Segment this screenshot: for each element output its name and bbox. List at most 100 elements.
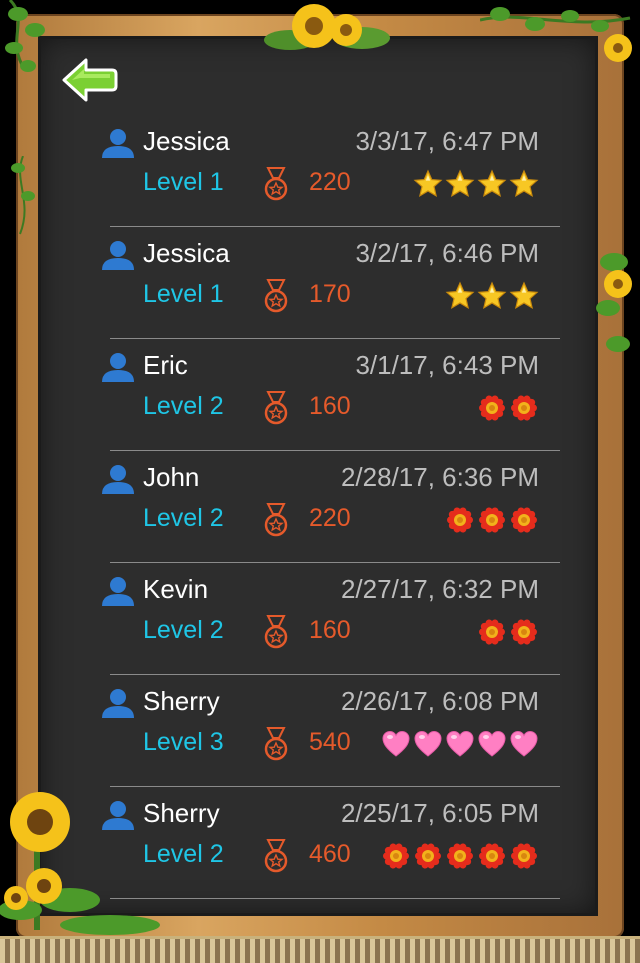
sunflower-decoration-top	[264, 4, 390, 50]
vine-decoration-top-right	[480, 7, 632, 62]
score-value: 220	[309, 504, 351, 532]
score-entry-7[interactable]: Sherry 2/25/17, 6:05 PM Level 2 460	[0, 794, 640, 906]
score-value: 460	[309, 840, 351, 868]
level-label: Level 2	[143, 504, 224, 532]
flower-icon	[511, 507, 537, 533]
heart-icon	[478, 730, 506, 757]
entry-date: 2/25/17, 6:05 PM	[340, 798, 539, 828]
badge-group	[413, 169, 539, 199]
star-icon	[445, 281, 475, 310]
badge-group	[477, 393, 539, 423]
badge-group	[477, 617, 539, 647]
level-label: Level 1	[143, 280, 224, 308]
score-entry-1[interactable]: Jessica 3/3/17, 6:47 PM Level 1 220	[0, 122, 640, 234]
entry-details: Level 1 170	[0, 276, 640, 316]
entry-details: Level 2 160	[0, 388, 640, 428]
divider	[110, 786, 560, 787]
person-icon	[102, 129, 134, 158]
medal-icon	[264, 839, 288, 873]
badge-group	[445, 505, 539, 535]
flower-icon	[415, 843, 441, 869]
divider	[110, 338, 560, 339]
medal-icon	[264, 727, 288, 761]
flower-icon	[479, 619, 505, 645]
flower-icon	[511, 619, 537, 645]
level-label: Level 1	[143, 168, 224, 196]
person-icon	[102, 801, 134, 830]
flower-icon	[383, 843, 409, 869]
badge-group	[445, 281, 539, 311]
player-name: Sherry	[143, 686, 220, 716]
flower-icon	[511, 395, 537, 421]
divider	[110, 226, 560, 227]
entry-date: 2/26/17, 6:08 PM	[340, 686, 539, 716]
heart-icon	[382, 730, 410, 757]
score-entry-3[interactable]: Eric 3/1/17, 6:43 PM Level 2 160	[0, 346, 640, 458]
divider	[110, 674, 560, 675]
entry-date: 3/2/17, 6:46 PM	[355, 238, 539, 268]
score-value: 220	[309, 168, 351, 196]
entry-header: Kevin 2/27/17, 6:32 PM	[0, 570, 640, 610]
back-arrow-icon[interactable]	[60, 56, 118, 104]
picket-fence	[0, 936, 640, 963]
score-entry-2[interactable]: Jessica 3/2/17, 6:46 PM Level 1 170	[0, 234, 640, 346]
level-label: Level 2	[143, 392, 224, 420]
flower-icon	[447, 507, 473, 533]
vine-decoration-left	[5, 0, 45, 72]
divider	[110, 450, 560, 451]
level-label: Level 2	[143, 840, 224, 868]
entry-date: 3/1/17, 6:43 PM	[355, 350, 539, 380]
player-name: Jessica	[143, 238, 230, 268]
heart-icon	[414, 730, 442, 757]
flower-icon	[479, 395, 505, 421]
star-icon	[445, 169, 475, 198]
entry-date: 2/27/17, 6:32 PM	[340, 574, 539, 604]
entry-header: John 2/28/17, 6:36 PM	[0, 458, 640, 498]
player-name: Sherry	[143, 798, 220, 828]
star-icon	[509, 169, 539, 198]
person-icon	[102, 353, 134, 382]
entry-header: Eric 3/1/17, 6:43 PM	[0, 346, 640, 386]
entry-details: Level 2 220	[0, 500, 640, 540]
entry-details: Level 3 540	[0, 724, 640, 764]
badge-group	[381, 841, 539, 871]
entry-header: Jessica 3/3/17, 6:47 PM	[0, 122, 640, 162]
flower-icon	[479, 507, 505, 533]
entry-details: Level 2 460	[0, 836, 640, 876]
player-name: John	[143, 462, 200, 492]
person-icon	[102, 241, 134, 270]
level-label: Level 2	[143, 616, 224, 644]
medal-icon	[264, 279, 288, 313]
score-value: 540	[309, 728, 351, 756]
flower-icon	[511, 843, 537, 869]
badge-group	[381, 729, 539, 759]
entry-details: Level 1 220	[0, 164, 640, 204]
star-icon	[477, 169, 507, 198]
medal-icon	[264, 391, 288, 425]
score-entry-4[interactable]: John 2/28/17, 6:36 PM Level 2 220	[0, 458, 640, 570]
entry-header: Sherry 2/25/17, 6:05 PM	[0, 794, 640, 834]
person-icon	[102, 689, 134, 718]
person-icon	[102, 465, 134, 494]
entry-details: Level 2 160	[0, 612, 640, 652]
divider	[110, 898, 560, 899]
player-name: Eric	[143, 350, 188, 380]
star-icon	[509, 281, 539, 310]
entry-date: 2/28/17, 6:36 PM	[340, 462, 539, 492]
heart-icon	[510, 730, 538, 757]
divider	[110, 562, 560, 563]
score-value: 160	[309, 392, 351, 420]
score-value: 160	[309, 616, 351, 644]
medal-icon	[264, 615, 288, 649]
medal-icon	[264, 503, 288, 537]
score-value: 170	[309, 280, 351, 308]
score-entry-5[interactable]: Kevin 2/27/17, 6:32 PM Level 2 160	[0, 570, 640, 682]
entry-header: Jessica 3/2/17, 6:46 PM	[0, 234, 640, 274]
score-entry-6[interactable]: Sherry 2/26/17, 6:08 PM Level 3 540	[0, 682, 640, 794]
flower-icon	[447, 843, 473, 869]
star-icon	[413, 169, 443, 198]
entry-date: 3/3/17, 6:47 PM	[355, 126, 539, 156]
player-name: Kevin	[143, 574, 209, 604]
medal-icon	[264, 167, 288, 201]
entry-header: Sherry 2/26/17, 6:08 PM	[0, 682, 640, 722]
